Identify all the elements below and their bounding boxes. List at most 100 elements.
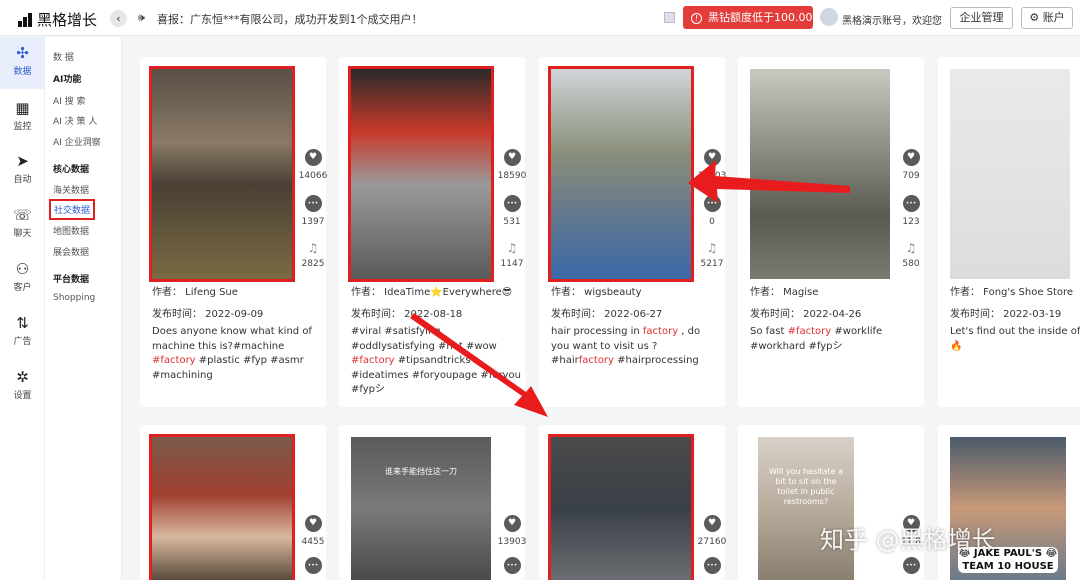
ads-icon: ⇅ xyxy=(16,314,29,332)
sub-exhibition[interactable]: 展会数据 xyxy=(53,245,89,258)
video-card[interactable]: ♥ 27160 ••• xyxy=(539,425,727,580)
comment-icon[interactable]: ••• xyxy=(304,195,322,212)
video-thumbnail[interactable] xyxy=(548,434,694,580)
alert-text: 黑钻额度低于100.00 xyxy=(708,11,813,24)
like-count: 4455 xyxy=(301,537,325,547)
author-name[interactable]: 作者： Magise xyxy=(750,283,818,298)
video-description: #viral #satisfying #oddlysatisfying #hot… xyxy=(351,325,521,398)
share-count: 1147 xyxy=(500,259,524,269)
comment-icon[interactable]: ••• xyxy=(503,557,521,574)
video-card[interactable]: ♥ 14903 ••• 0 ♫ 5217 作者： wigsbeauty 发布时间： 2022-… xyxy=(539,57,727,407)
grid-icon: ▦ xyxy=(15,99,30,117)
video-thumbnail[interactable] xyxy=(149,66,295,282)
secondary-sidebar: 数 据 AI功能 AI 搜 索 AI 决 策 人 AI 企业洞察 核心数据 海关… xyxy=(45,37,122,580)
author-name[interactable]: 作者： wigsbeauty xyxy=(551,283,642,298)
comment-icon[interactable]: ••• xyxy=(304,557,322,574)
video-card[interactable]: ♥ 18590 ••• 531 ♫ 1147 作者： IdeaTime⭐Everywhere… xyxy=(339,57,527,407)
video-thumbnail[interactable] xyxy=(149,434,295,580)
thumbnail-caption: 谁来手能挡住这一刀 xyxy=(385,467,457,476)
heart-icon[interactable]: ♥ xyxy=(304,515,322,532)
logo-text: 黑格增长 xyxy=(37,11,98,29)
account-label: 账户 xyxy=(1042,11,1065,24)
nav-data[interactable]: ✣ 数据 xyxy=(0,37,45,89)
heart-icon[interactable]: ♥ xyxy=(703,149,721,166)
sub-map[interactable]: 地图数据 xyxy=(53,224,89,237)
description-text: So fast xyxy=(750,326,788,337)
comment-icon[interactable]: ••• xyxy=(503,195,521,212)
nav-ads[interactable]: ⇅ 广告 xyxy=(0,307,45,359)
sub-customs[interactable]: 海关数据 xyxy=(53,183,89,196)
hashtag-highlight: factory xyxy=(642,326,679,337)
balance-alert[interactable]: ! 黑钻额度低于100.00 xyxy=(683,6,813,29)
video-stats: ♥ 709 ••• 123 ♫ 580 xyxy=(896,149,926,269)
music-note-icon: ♫ xyxy=(905,241,917,255)
video-card[interactable]: ♥ 4455 ••• xyxy=(140,425,326,580)
app-logo[interactable]: 黑格增长 xyxy=(18,9,97,30)
video-thumbnail[interactable] xyxy=(548,66,694,282)
description-text: hair processing in xyxy=(551,326,643,337)
heart-icon[interactable]: ♥ xyxy=(902,149,920,166)
sub-social[interactable]: 社交数据 xyxy=(49,199,96,220)
video-thumbnail[interactable] xyxy=(348,66,494,282)
nav-chat[interactable]: ☏ 聊天 xyxy=(0,199,45,251)
comment-count: 1397 xyxy=(301,217,325,227)
send-icon: ➤ xyxy=(16,152,29,170)
comment-icon[interactable]: ••• xyxy=(902,557,920,574)
video-card[interactable]: ♥ 709 ••• 123 ♫ 580 作者： Magise 发布时间： 2022-04-26… xyxy=(738,57,924,407)
sub-ai-insight[interactable]: AI 企业洞察 xyxy=(53,135,101,148)
publish-date: 发布时间： 2022-04-26 xyxy=(750,309,862,320)
video-card[interactable]: 谁来手能挡住这一刀 ♥ 13903 ••• xyxy=(339,425,527,580)
video-thumbnail[interactable] xyxy=(750,69,890,279)
sub-data[interactable]: 数 据 xyxy=(53,50,74,63)
description-text: #viral #satisfying #oddlysatisfying #hot… xyxy=(351,326,497,352)
nav-customers[interactable]: ⚇ 客户 xyxy=(0,253,45,305)
company-management-button[interactable]: 企业管理 xyxy=(950,7,1013,29)
sub-shopping[interactable]: Shopping xyxy=(53,293,95,303)
sub-ai-search[interactable]: AI 搜 索 xyxy=(53,94,86,107)
primary-sidebar: ✣ 数据 ▦ 监控 ➤ 自动 ☏ 聊天 ⚇ 客户 ⇅ 广告 ✲ 设置 xyxy=(0,37,45,580)
comment-icon[interactable]: ••• xyxy=(902,195,920,212)
video-card[interactable]: 😂 JAKE PAUL'S 😂 TEAM 10 HOUSE xyxy=(938,425,1080,580)
video-thumbnail[interactable]: Will you hesitate a bit to sit on the to… xyxy=(758,437,854,580)
nav-monitor[interactable]: ▦ 监控 xyxy=(0,92,45,144)
collapse-sidebar-icon[interactable]: ‹ xyxy=(110,10,127,27)
share-count: 2825 xyxy=(301,259,325,269)
nav-settings[interactable]: ✲ 设置 xyxy=(0,361,45,413)
nav-auto[interactable]: ➤ 自动 xyxy=(0,145,45,197)
description-text: #hairprocessing xyxy=(613,355,699,366)
publish-date: 发布时间： 2022-06-27 xyxy=(551,309,663,320)
video-stats: ♥ 13903 ••• xyxy=(497,515,527,579)
sub-ai-decision[interactable]: AI 决 策 人 xyxy=(53,114,97,127)
core-section-heading: 核心数据 xyxy=(53,165,90,175)
video-stats: ♥ 4455 ••• xyxy=(298,515,328,579)
author-name[interactable]: 作者： IdeaTime⭐Everywhere😎 xyxy=(351,283,512,298)
author-name[interactable]: 作者： Lifeng Sue xyxy=(152,283,238,298)
avatar[interactable] xyxy=(820,8,838,26)
like-count: 18590 xyxy=(497,171,527,181)
heart-icon[interactable]: ♥ xyxy=(503,149,521,166)
video-thumbnail[interactable]: 谁来手能挡住这一刀 xyxy=(351,437,491,580)
video-card[interactable]: Will you hesitate a bit to sit on the to… xyxy=(738,425,924,580)
settings-icon: ✲ xyxy=(16,368,29,386)
watermark: 知乎 @黑格增长 xyxy=(820,526,996,554)
heart-icon[interactable]: ♥ xyxy=(503,515,521,532)
heart-icon[interactable]: ♥ xyxy=(304,149,322,166)
video-stats: ♥ 14903 ••• 0 ♫ 5217 xyxy=(697,149,727,269)
account-button[interactable]: ⚙ 账户 xyxy=(1021,7,1073,29)
heart-icon[interactable]: ♥ xyxy=(703,515,721,532)
comment-count: 123 xyxy=(902,217,920,227)
comment-icon[interactable]: ••• xyxy=(703,557,721,574)
video-thumbnail[interactable]: 😂 JAKE PAUL'S 😂 TEAM 10 HOUSE xyxy=(950,437,1066,580)
users-icon: ⚇ xyxy=(15,260,30,278)
comment-icon[interactable]: ••• xyxy=(703,195,721,212)
gear-icon: ⚙ xyxy=(1029,11,1040,24)
description-text: Does anyone know what kind of machine th… xyxy=(152,326,312,352)
like-count: 27160 xyxy=(697,537,727,547)
music-note-icon: ♫ xyxy=(706,241,718,255)
video-stats: ♥ 27160 ••• xyxy=(697,515,727,579)
video-card[interactable]: 作者： Fong's Shoe Store 发布时间： 2022-03-19 Let… xyxy=(938,57,1080,407)
data-icon: ✣ xyxy=(16,44,29,62)
video-thumbnail[interactable] xyxy=(950,69,1070,279)
author-name[interactable]: 作者： Fong's Shoe Store xyxy=(950,283,1073,298)
video-card[interactable]: ♥ 14066 ••• 1397 ♫ 2825 作者： Lifeng Sue 发布时间： 20… xyxy=(140,57,327,407)
